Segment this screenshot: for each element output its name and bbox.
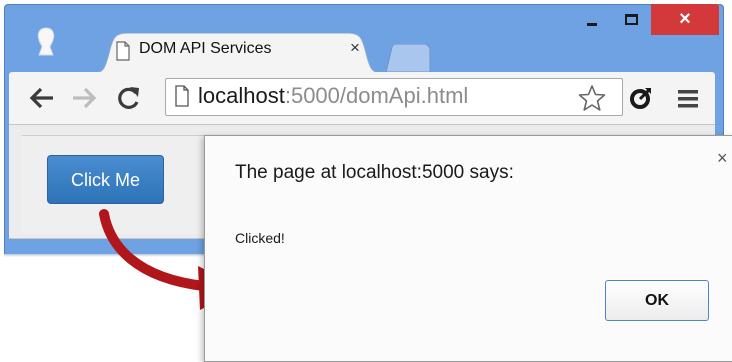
- maximize-button[interactable]: [612, 4, 652, 35]
- url-host: localhost: [198, 83, 285, 108]
- url-text[interactable]: localhost:5000/domApi.html: [198, 83, 468, 109]
- minimize-button[interactable]: [571, 4, 611, 35]
- star-icon[interactable]: [578, 84, 606, 112]
- user-avatar-icon[interactable]: [33, 26, 59, 56]
- page-info-icon[interactable]: [174, 85, 190, 107]
- click-me-button[interactable]: Click Me: [47, 155, 164, 204]
- extension-icon[interactable]: [627, 86, 653, 112]
- dialog-message: Clicked!: [235, 230, 285, 246]
- close-icon: ×: [679, 8, 691, 30]
- address-bar[interactable]: localhost:5000/domApi.html: [165, 78, 623, 116]
- ok-button[interactable]: OK: [605, 280, 709, 321]
- new-tab-button[interactable]: [384, 44, 432, 72]
- alert-dialog: × The page at localhost:5000 says: Click…: [204, 135, 732, 362]
- tab-title: DOM API Services: [139, 40, 272, 57]
- forward-arrow-icon[interactable]: [69, 84, 99, 112]
- minimize-icon: [587, 23, 597, 26]
- tab-dom-api-services[interactable]: DOM API Services ×: [93, 33, 382, 73]
- maximize-icon: [625, 14, 638, 25]
- window-close-button[interactable]: ×: [651, 4, 719, 35]
- document-icon: [116, 41, 130, 61]
- back-arrow-icon[interactable]: [27, 84, 57, 112]
- tab-close-icon[interactable]: ×: [350, 38, 360, 58]
- reload-icon[interactable]: [114, 84, 144, 112]
- menu-icon[interactable]: [676, 88, 700, 110]
- dialog-title: The page at localhost:5000 says:: [235, 162, 514, 183]
- url-path: :5000/domApi.html: [284, 83, 469, 108]
- dialog-close-icon[interactable]: ×: [717, 148, 728, 169]
- browser-toolbar: localhost:5000/domApi.html: [9, 72, 715, 125]
